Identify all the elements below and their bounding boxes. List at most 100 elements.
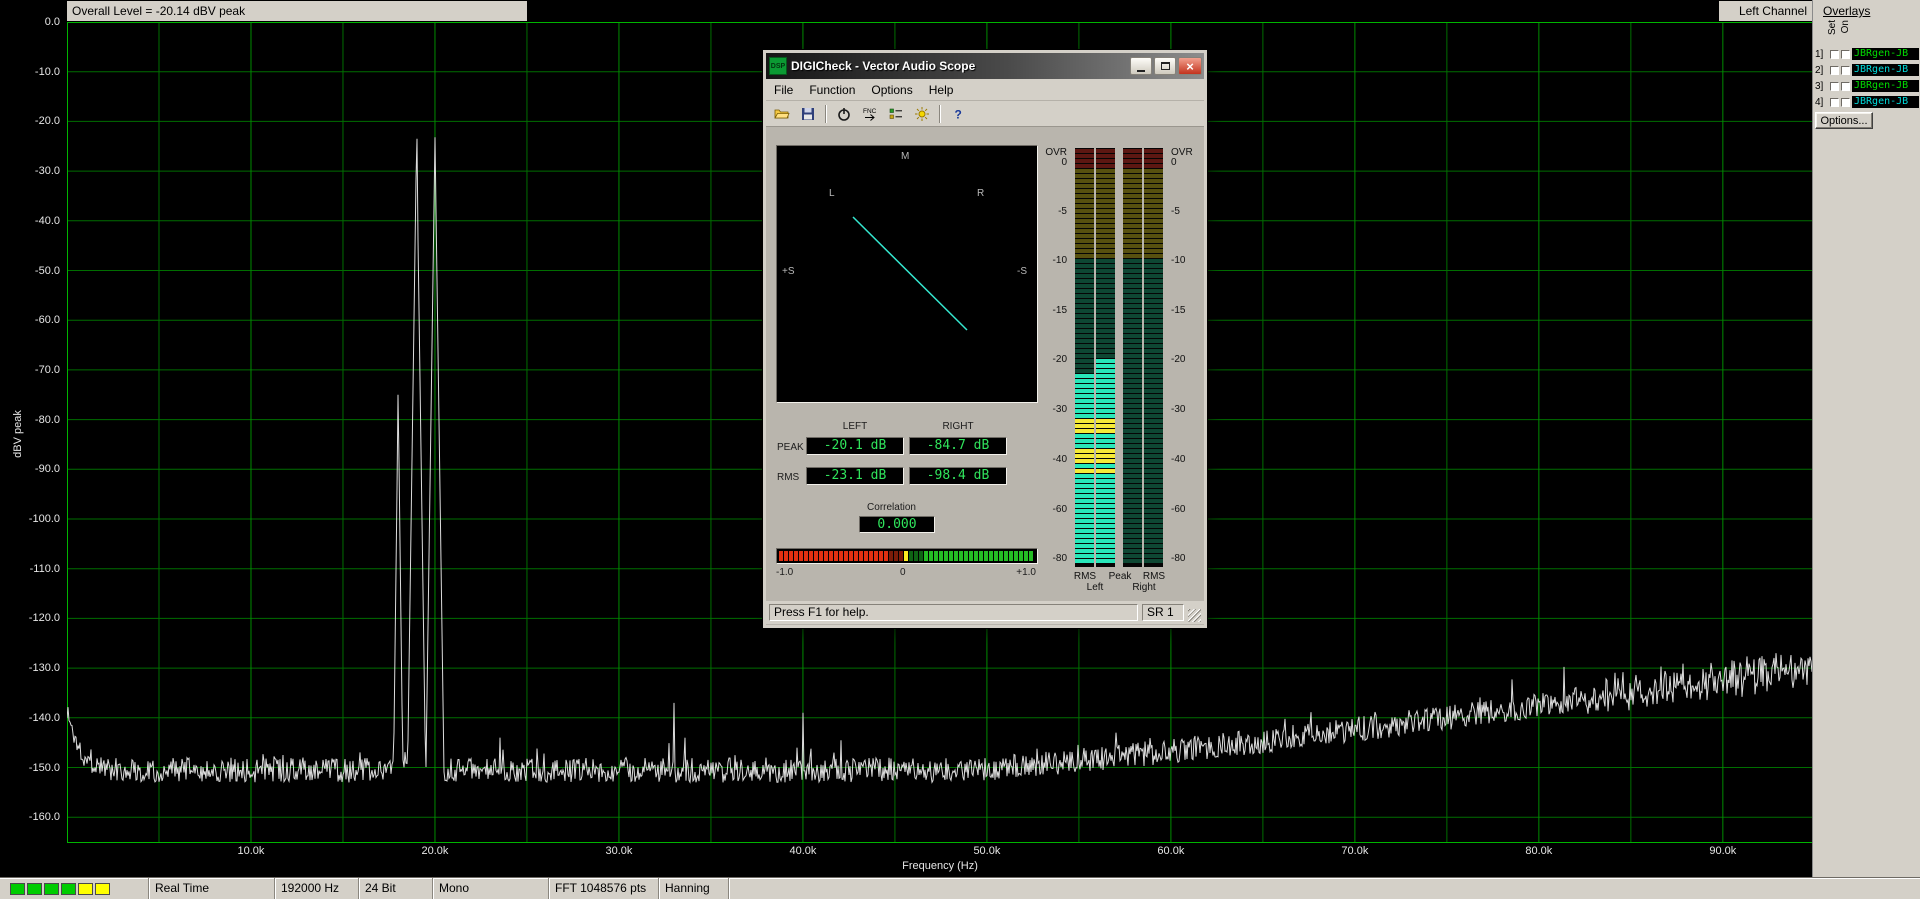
meter-led-segment [1144, 189, 1163, 193]
meter-led-segment [1123, 184, 1142, 188]
overlay-on-checkbox[interactable] [1841, 66, 1850, 75]
power-button[interactable] [832, 103, 856, 125]
meter-led-segment [1075, 414, 1094, 418]
meter-led-segment [1096, 379, 1115, 383]
rms-right-readout: -98.4 dB [909, 467, 1007, 485]
meter-scale-right: OVR0-5-10-15-20-30-40-60-80 [1169, 148, 1203, 578]
meter-led-segment [1123, 554, 1142, 558]
meter-led-segment [1096, 239, 1115, 243]
correlation-segment [779, 551, 783, 561]
overlay-on-checkbox[interactable] [1841, 50, 1850, 59]
meter-led-segment [1096, 509, 1115, 513]
overlay-label: JBRgen-JB [1852, 48, 1919, 60]
overlay-set-checkbox[interactable] [1830, 98, 1839, 107]
save-button[interactable] [796, 103, 820, 125]
meter-led-segment [1096, 169, 1115, 173]
meter-led-segment [1123, 514, 1142, 518]
brightness-button[interactable] [910, 103, 934, 125]
overlay-on-checkbox[interactable] [1841, 98, 1850, 107]
help-button[interactable]: ? [946, 103, 970, 125]
meter-led-segment [1123, 224, 1142, 228]
window-titlebar[interactable]: DSP DIGICheck - Vector Audio Scope × [766, 53, 1204, 79]
minimize-button[interactable] [1130, 57, 1152, 75]
meter-led-segment [1144, 369, 1163, 373]
meter-led-segment [1144, 194, 1163, 198]
meter-led-segment [1123, 194, 1142, 198]
meter-led-segment [1075, 394, 1094, 398]
meter-led-segment [1123, 454, 1142, 458]
meter-setup-button[interactable] [884, 103, 908, 125]
meter-led-segment [1123, 239, 1142, 243]
meter-led-segment [1075, 209, 1094, 213]
correlation-segment [939, 551, 943, 561]
overlays-title: Overlays [1823, 4, 1870, 18]
correlation-segment [829, 551, 833, 561]
menu-options[interactable]: Options [863, 81, 920, 99]
meter-led-segment [1075, 339, 1094, 343]
meter-led-segment [1075, 504, 1094, 508]
function-select-button[interactable]: FNC [858, 103, 882, 125]
meter-led-segment [1096, 224, 1115, 228]
meter-led-segment [1075, 389, 1094, 393]
meter-led-segment [1096, 444, 1115, 448]
overlay-set-checkbox[interactable] [1830, 82, 1839, 91]
correlation-segment [794, 551, 798, 561]
meter-led-segment [1123, 539, 1142, 543]
meter-led-segment [1075, 444, 1094, 448]
digicheck-window[interactable]: DSP DIGICheck - Vector Audio Scope × Fil… [762, 49, 1208, 629]
meter-led-segment [1123, 179, 1142, 183]
meter-led-segment [1123, 364, 1142, 368]
meter-led-segment [1123, 424, 1142, 428]
overlay-row: 1]JBRgen-JB [1815, 46, 1919, 62]
meter-led-segment [1096, 479, 1115, 483]
resize-grip[interactable] [1188, 609, 1201, 622]
meter-led-segment [1075, 284, 1094, 288]
meter-led-segment [1144, 434, 1163, 438]
meter-led-segment [1144, 489, 1163, 493]
svg-text:?: ? [955, 107, 962, 121]
meter-led-segment [1123, 509, 1142, 513]
menu-file[interactable]: File [766, 81, 801, 99]
overlay-on-checkbox[interactable] [1841, 82, 1850, 91]
y-tick-label: -120.0 [0, 612, 60, 624]
correlation-segment [1004, 551, 1008, 561]
meter-led-segment [1096, 459, 1115, 463]
meter-led-segment [1144, 159, 1163, 163]
meter-led-segment [1096, 404, 1115, 408]
menu-function[interactable]: Function [801, 81, 863, 99]
meter-led-segment [1075, 489, 1094, 493]
maximize-button[interactable] [1154, 57, 1176, 75]
options-button[interactable]: Options... [1815, 112, 1873, 129]
meter-led-segment [1075, 544, 1094, 548]
meter-led-segment [1075, 534, 1094, 538]
meter-scale-label: -30 [1171, 404, 1185, 415]
meter-led-segment [1144, 209, 1163, 213]
meter-led-segment [1144, 459, 1163, 463]
meter-led-segment [1144, 429, 1163, 433]
y-tick-label: -30.0 [0, 165, 60, 177]
meter-led-segment [1075, 499, 1094, 503]
meter-led-segment [1096, 334, 1115, 338]
meter-led-segment [1123, 399, 1142, 403]
meter-scale-label: -15 [1171, 305, 1185, 316]
close-button[interactable]: × [1178, 57, 1202, 75]
menu-help[interactable]: Help [921, 81, 962, 99]
y-tick-label: -130.0 [0, 662, 60, 674]
correlation-segment [859, 551, 863, 561]
y-tick-label: -140.0 [0, 712, 60, 724]
meter-scale-label: 0 [1061, 157, 1067, 168]
overlay-set-checkbox[interactable] [1830, 50, 1839, 59]
meter-led-segment [1075, 409, 1094, 413]
status-section: Mono [432, 878, 548, 899]
x-axis-title: Frequency (Hz) [67, 860, 1813, 872]
meter-led-segment [1123, 354, 1142, 358]
meter-led-segment [1144, 304, 1163, 308]
meter-led-segment [1144, 389, 1163, 393]
correlation-segment [879, 551, 883, 561]
overlay-set-checkbox[interactable] [1830, 66, 1839, 75]
open-file-button[interactable] [770, 103, 794, 125]
overlays-on-header: On [1840, 20, 1851, 33]
meter-led-segment [1144, 509, 1163, 513]
correlation-segment [999, 551, 1003, 561]
meter-led-segment [1096, 154, 1115, 158]
